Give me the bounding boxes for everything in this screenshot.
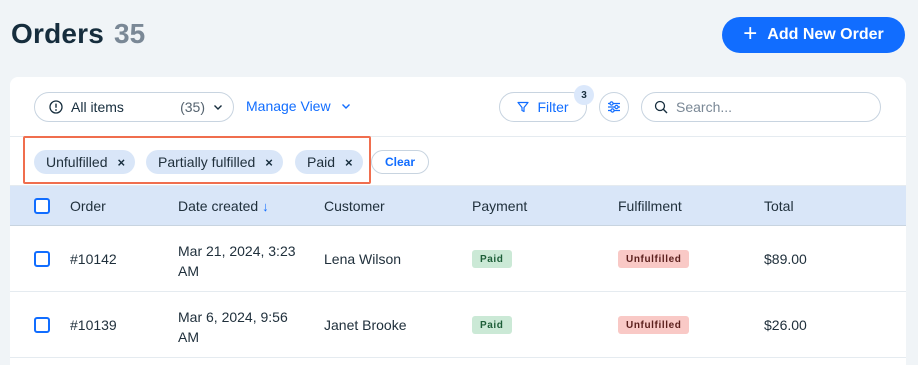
table-header: Order Date created ↓ Customer Payment Ful…: [10, 186, 906, 226]
active-filters-row: Unfulfilled × Partially fulfilled × Paid…: [10, 137, 906, 186]
close-icon[interactable]: ×: [345, 156, 353, 169]
date-line: AM: [178, 263, 199, 279]
payment-status-badge: Paid: [472, 316, 512, 334]
sliders-icon: [608, 101, 620, 113]
column-header-payment[interactable]: Payment: [472, 198, 527, 214]
view-select-count: (35): [180, 99, 205, 115]
orders-card: All items (35) Manage View Filter 3 Sear…: [10, 77, 906, 365]
fulfillment-status-badge: Unfulfilled: [618, 316, 690, 334]
plus-icon: +: [743, 20, 758, 47]
row-checkbox[interactable]: [34, 317, 50, 333]
order-number: #10139: [70, 317, 117, 333]
add-new-order-button[interactable]: + Add New Order: [722, 17, 905, 53]
column-header-fulfillment[interactable]: Fulfillment: [618, 198, 682, 214]
close-icon[interactable]: ×: [117, 156, 125, 169]
search-box[interactable]: [641, 92, 881, 122]
page-header: Orders 35: [11, 18, 145, 54]
filter-label: Filter: [537, 99, 569, 115]
chevron-down-icon: [341, 104, 350, 109]
toolbar: All items (35) Manage View Filter 3: [10, 77, 906, 137]
order-total: $26.00: [764, 317, 807, 333]
chevron-down-icon: [214, 105, 222, 110]
filter-icon: [517, 101, 530, 113]
filter-chip-label: Partially fulfilled: [158, 154, 256, 170]
arrow-down-icon: ↓: [262, 199, 269, 214]
table-settings-button[interactable]: [599, 92, 629, 122]
filter-chip-unfulfilled: Unfulfilled ×: [34, 150, 136, 174]
view-select-label: All items: [71, 99, 124, 115]
info-icon: [49, 100, 63, 114]
filter-chip-label: Paid: [307, 154, 336, 170]
date-line: Mar 6, 2024, 9:56: [178, 309, 288, 325]
search-input[interactable]: [676, 99, 866, 115]
date-line: AM: [178, 329, 199, 345]
add-new-order-label: Add New Order: [767, 26, 884, 43]
fulfillment-status-badge: Unfulfilled: [618, 250, 690, 268]
filter-chip-partially-fulfilled: Partially fulfilled ×: [146, 150, 283, 174]
filter-chip-paid: Paid ×: [295, 150, 363, 174]
customer-name: Janet Brooke: [324, 317, 407, 333]
filter-chip-label: Unfulfilled: [46, 154, 108, 170]
orders-count: 35: [114, 18, 146, 49]
manage-view-label: Manage View: [246, 98, 331, 114]
filter-count-badge: 3: [574, 85, 594, 105]
payment-status-badge: Paid: [472, 250, 512, 268]
column-header-total[interactable]: Total: [764, 198, 794, 214]
customer-name: Lena Wilson: [324, 251, 402, 267]
column-header-date-created[interactable]: Date created ↓: [178, 198, 269, 214]
date-created: Mar 6, 2024, 9:56 AM: [178, 307, 318, 347]
close-icon[interactable]: ×: [265, 156, 273, 169]
select-all-checkbox[interactable]: [34, 198, 50, 214]
manage-view-link[interactable]: Manage View: [246, 98, 351, 114]
order-total: $89.00: [764, 251, 807, 267]
table-row[interactable]: #10139 Mar 6, 2024, 9:56 AM Janet Brooke…: [10, 292, 906, 358]
view-select[interactable]: All items (35): [34, 92, 234, 122]
date-line: Mar 21, 2024, 3:23: [178, 243, 296, 259]
column-header-order[interactable]: Order: [70, 198, 106, 214]
page-title: Orders: [11, 18, 105, 49]
column-header-customer[interactable]: Customer: [324, 198, 385, 214]
row-checkbox[interactable]: [34, 251, 50, 267]
column-header-label: Date created: [178, 198, 259, 214]
table-row[interactable]: #10142 Mar 21, 2024, 3:23 AM Lena Wilson…: [10, 226, 906, 292]
order-number: #10142: [70, 251, 117, 267]
search-icon: [654, 100, 668, 114]
clear-filters-button[interactable]: Clear: [371, 150, 429, 174]
date-created: Mar 21, 2024, 3:23 AM: [178, 241, 318, 281]
